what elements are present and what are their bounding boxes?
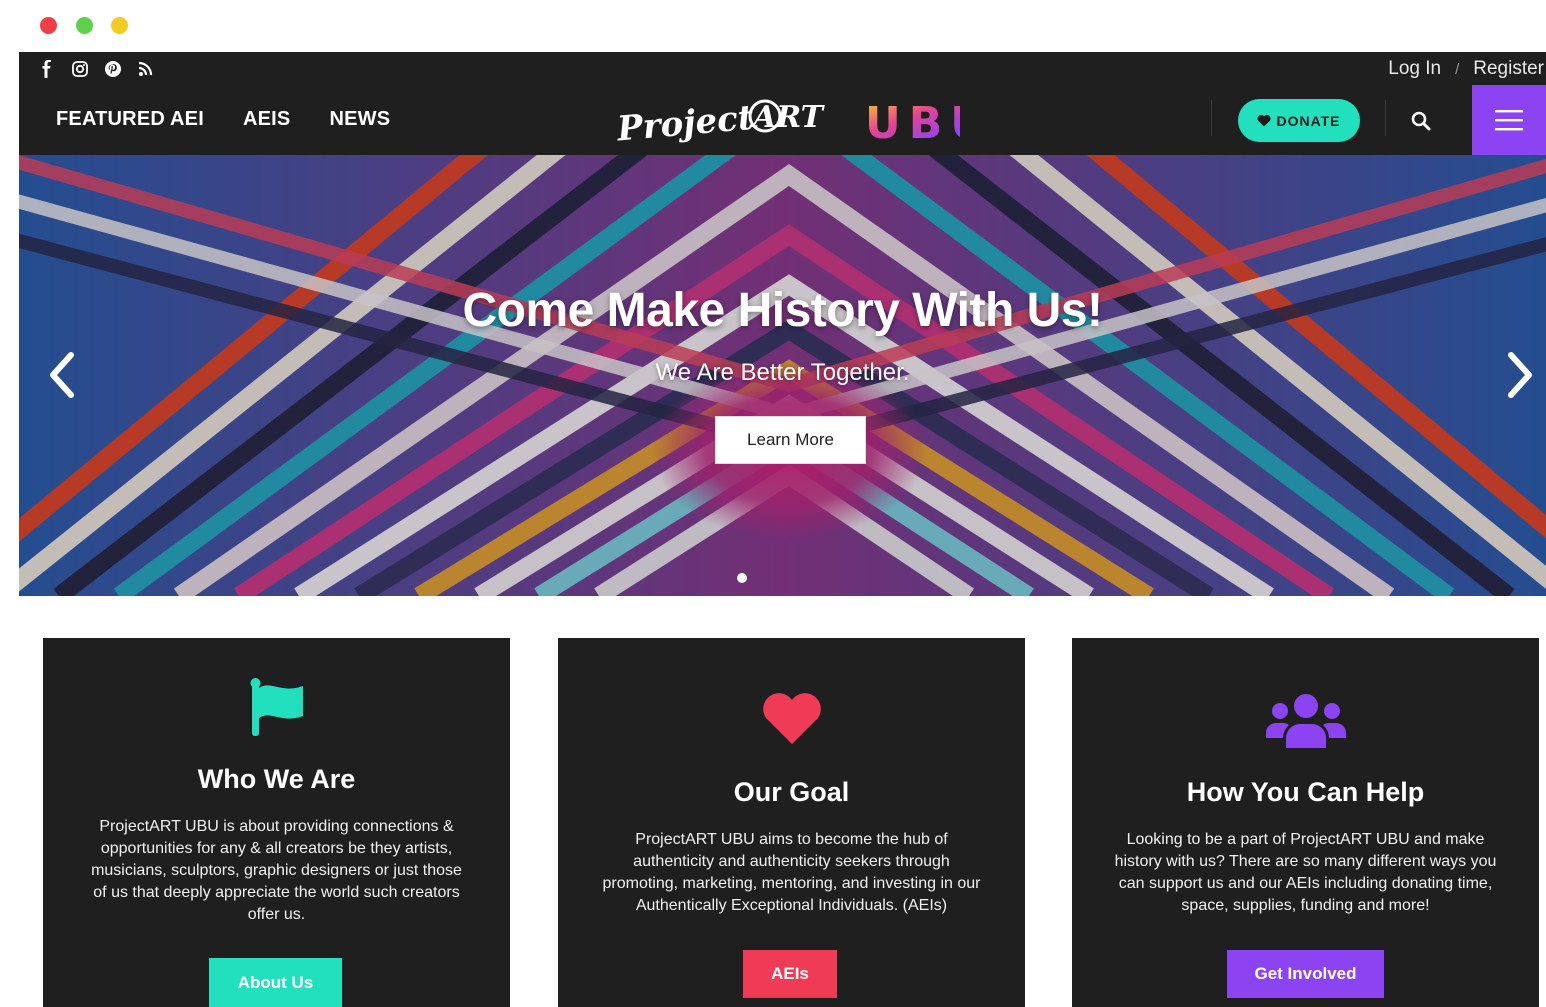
heart-icon bbox=[762, 693, 821, 744]
card-who-we-are: Who We Are ProjectART UBU is about provi… bbox=[43, 638, 510, 1007]
hero-title: Come Make History With Us! bbox=[462, 284, 1103, 337]
pinterest-icon[interactable] bbox=[103, 60, 123, 78]
register-link[interactable]: Register bbox=[1473, 58, 1544, 80]
main-nav: FEATURED AEI AEIS NEWS bbox=[56, 108, 390, 131]
nav-item-news[interactable]: NEWS bbox=[329, 108, 390, 131]
header-divider bbox=[1211, 100, 1212, 136]
donate-button[interactable]: DONATE bbox=[1238, 99, 1360, 142]
auth-links: Log In / Register bbox=[1388, 58, 1544, 80]
minimize-window-button[interactable] bbox=[76, 17, 93, 34]
site-logo[interactable]: Project ART UBU bbox=[615, 92, 960, 148]
auth-separator: / bbox=[1455, 60, 1460, 78]
search-icon[interactable] bbox=[1409, 109, 1433, 133]
card-text: ProjectART UBU aims to become the hub of… bbox=[602, 831, 981, 914]
card-title: Our Goal bbox=[733, 777, 850, 807]
heart-icon bbox=[1257, 114, 1272, 127]
card-text: Looking to be a part of ProjectART UBU a… bbox=[1114, 831, 1497, 914]
site-header: Log In / Register FEATURED AEI AEIS NEWS… bbox=[19, 52, 1546, 155]
nav-item-featured-aei[interactable]: FEATURED AEI bbox=[56, 108, 204, 131]
learn-more-button[interactable]: Learn More bbox=[715, 416, 866, 464]
menu-button[interactable] bbox=[1472, 85, 1546, 155]
card-text: ProjectART UBU is about providing connec… bbox=[91, 818, 462, 923]
header-divider bbox=[1385, 100, 1386, 136]
login-link[interactable]: Log In bbox=[1388, 58, 1441, 80]
about-us-button[interactable]: About Us bbox=[209, 958, 342, 1007]
donate-label: DONATE bbox=[1276, 112, 1341, 129]
svg-text:ART: ART bbox=[750, 100, 826, 135]
hamburger-icon bbox=[1495, 110, 1523, 131]
users-icon bbox=[1265, 694, 1346, 748]
card-our-goal: Our Goal ProjectART UBU aims to become t… bbox=[558, 638, 1025, 1007]
rss-icon[interactable] bbox=[136, 60, 156, 78]
slide-indicator-dot[interactable] bbox=[737, 573, 747, 583]
close-window-button[interactable] bbox=[40, 17, 57, 34]
zoom-window-button[interactable] bbox=[111, 17, 128, 34]
card-how-you-can-help: How You Can Help Looking to be a part of… bbox=[1072, 638, 1539, 1007]
facebook-icon[interactable] bbox=[37, 60, 57, 78]
svg-text:Project: Project bbox=[615, 98, 755, 148]
nav-item-aeis[interactable]: AEIS bbox=[243, 108, 290, 131]
social-links bbox=[37, 60, 156, 78]
instagram-icon[interactable] bbox=[70, 60, 90, 78]
website: Log In / Register FEATURED AEI AEIS NEWS… bbox=[19, 52, 1546, 1007]
get-involved-button[interactable]: Get Involved bbox=[1227, 950, 1384, 998]
svg-text:UBU: UBU bbox=[865, 98, 960, 148]
aeis-button[interactable]: AEIs bbox=[743, 950, 837, 998]
chevron-right-icon[interactable] bbox=[1503, 350, 1537, 400]
chevron-left-icon[interactable] bbox=[45, 350, 79, 400]
card-title: Who We Are bbox=[197, 764, 356, 794]
window-titlebar bbox=[0, 0, 1546, 52]
hero-slider: Come Make History With Us! We Are Better… bbox=[19, 155, 1546, 596]
hero-subtitle: We Are Better Together. bbox=[655, 359, 910, 386]
flag-icon bbox=[250, 678, 303, 736]
card-title: How You Can Help bbox=[1186, 777, 1425, 807]
